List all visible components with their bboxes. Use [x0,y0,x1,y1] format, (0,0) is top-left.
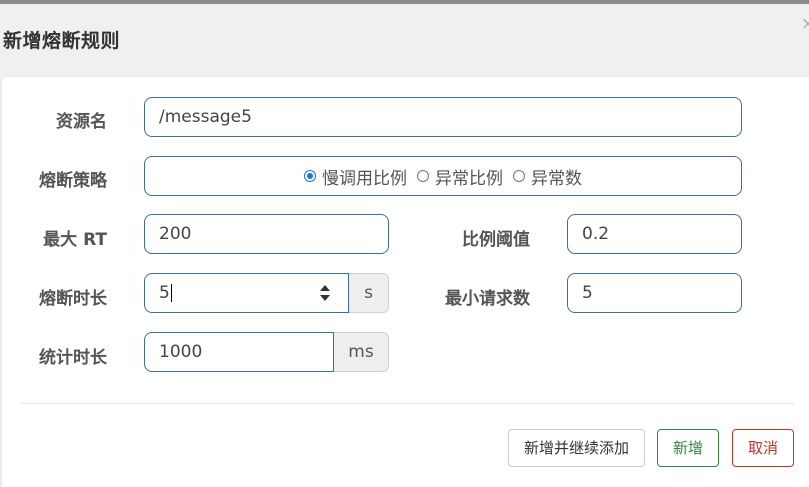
min-request-label: 最小请求数 [445,289,530,309]
ratio-input[interactable]: 0.2 [567,214,742,254]
max-rt-label: 最大 RT [43,230,107,250]
strategy-option-label: 异常比例 [435,168,503,189]
strategy-option-slow-call[interactable]: 慢调用比例 [304,164,407,189]
min-request-input[interactable]: 5 [567,273,742,313]
radio-unchecked-icon[interactable] [417,170,429,182]
dialog-header: 新增熔断规则 × [0,4,809,77]
add-and-continue-button[interactable]: 新增并继续添加 [508,429,645,467]
strategy-option-label: 慢调用比例 [322,168,407,189]
close-icon[interactable]: × [801,16,809,33]
stat-duration-input[interactable]: 1000 [144,332,334,372]
strategy-label: 熔断策略 [39,171,107,191]
spinner-icon[interactable] [318,285,332,301]
radio-checked-icon[interactable] [304,170,316,182]
strategy-option-error-ratio[interactable]: 异常比例 [417,164,503,189]
strategy-option-error-count[interactable]: 异常数 [513,164,582,189]
duration-stepper[interactable]: 5 [144,273,349,313]
stat-duration-label: 统计时长 [39,348,107,368]
spinner-up-icon[interactable] [320,285,330,291]
duration-unit: s [349,273,389,313]
radio-unchecked-icon[interactable] [513,170,525,182]
cancel-button[interactable]: 取消 [732,429,794,467]
resource-input[interactable]: /message5 [144,97,742,137]
stat-duration-unit: ms [334,332,389,372]
duration-value: 5 [159,283,170,303]
add-button[interactable]: 新增 [657,429,719,467]
ratio-label: 比例阈值 [462,230,530,250]
resource-label: 资源名 [56,112,107,132]
dialog-title: 新增熔断规则 [3,30,121,52]
footer-divider [21,403,794,404]
strategy-option-label: 异常数 [531,168,582,189]
spinner-down-icon[interactable] [320,295,330,301]
max-rt-input[interactable]: 200 [144,214,389,254]
text-caret [170,284,172,302]
strategy-radio-group: 慢调用比例 异常比例 异常数 [144,156,742,196]
duration-label: 熔断时长 [39,289,107,309]
